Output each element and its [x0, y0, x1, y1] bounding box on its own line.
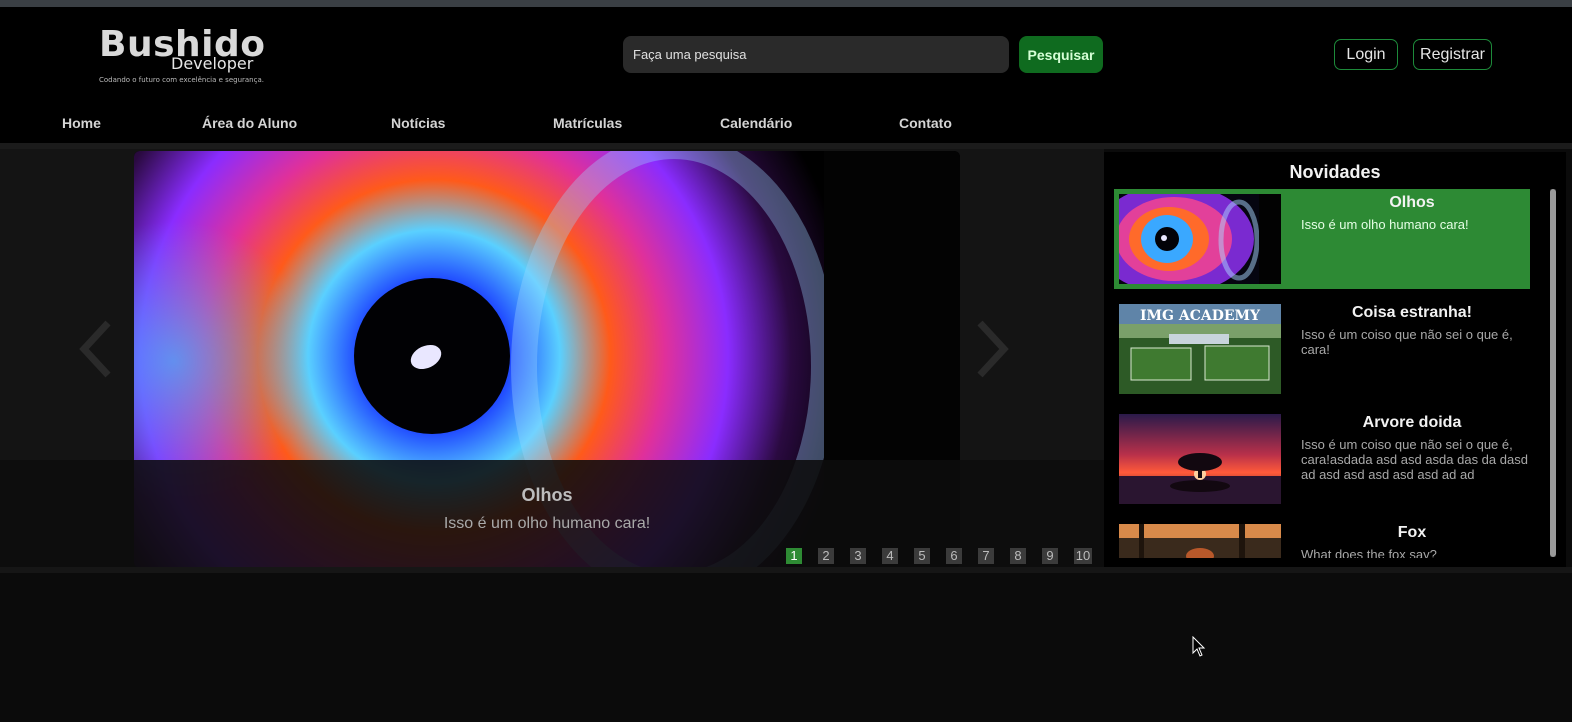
news-item-coisa-estranha[interactable]: IMG ACADEMY Coisa estranha! Isso é um co…: [1114, 299, 1530, 399]
page-button-3[interactable]: 3: [850, 548, 866, 564]
nav-item-home[interactable]: Home: [62, 115, 101, 131]
hero-carousel: Olhos Isso é um olho humano cara! 1 2 3 …: [0, 149, 1104, 568]
logo-tagline: Codando o futuro com excelência e segura…: [99, 76, 264, 84]
news-item-title: Coisa estranha!: [1351, 304, 1473, 321]
logo-subtitle: Developer: [171, 54, 254, 73]
search-input[interactable]: [623, 36, 1009, 73]
news-item-arvore-doida[interactable]: Arvore doida Isso é um coiso que não sei…: [1114, 409, 1530, 509]
news-item-description: What does the fox say?: [1301, 547, 1437, 558]
page-button-7[interactable]: 7: [978, 548, 994, 564]
page-button-5[interactable]: 5: [914, 548, 930, 564]
news-thumbnail: IMG ACADEMY: [1119, 304, 1281, 394]
news-thumbnail: [1119, 194, 1281, 284]
site-header: Bushido Developer Codando o futuro com e…: [0, 7, 1572, 143]
news-item-description: Isso é um coiso que não sei o que é, car…: [1301, 437, 1528, 482]
page-button-1[interactable]: 1: [786, 548, 802, 564]
news-item-title: Olhos: [1389, 194, 1435, 211]
nav-item-area-do-aluno[interactable]: Área do Aluno: [202, 115, 297, 131]
page-button-10[interactable]: 10: [1074, 548, 1092, 564]
carousel-prev-arrow-icon[interactable]: [78, 319, 114, 379]
login-button[interactable]: Login: [1334, 39, 1398, 70]
news-item-description: Isso é um coiso que não sei o que é, car…: [1301, 327, 1513, 357]
sidebar-scrollbar-thumb[interactable]: [1550, 189, 1556, 557]
nav-item-calendario[interactable]: Calendário: [720, 115, 792, 131]
news-thumbnail: [1119, 524, 1281, 558]
sidebar-title: Novidades: [1289, 162, 1381, 182]
news-item-title: Fox: [1397, 524, 1427, 541]
register-button[interactable]: Registrar: [1413, 39, 1492, 70]
page-button-9[interactable]: 9: [1042, 548, 1058, 564]
carousel-next-arrow-icon[interactable]: [974, 319, 1010, 379]
news-item-fox[interactable]: Fox What does the fox say?: [1114, 519, 1530, 558]
news-item-description: Isso é um olho humano cara!: [1301, 217, 1469, 232]
browser-top-strip: [0, 0, 1572, 7]
thumb-caption: IMG ACADEMY: [1140, 308, 1261, 324]
nav-item-noticias[interactable]: Notícias: [391, 115, 445, 131]
page-button-8[interactable]: 8: [1010, 548, 1026, 564]
carousel-caption-text: Isso é um olho humano cara!: [443, 515, 651, 532]
page-button-4[interactable]: 4: [882, 548, 898, 564]
site-logo[interactable]: Bushido Developer Codando o futuro com e…: [99, 24, 269, 88]
page-button-6[interactable]: 6: [946, 548, 962, 564]
news-sidebar: Novidades Olhos Isso é um olho humano ca…: [1104, 152, 1566, 568]
carousel-caption-band: [0, 460, 1104, 568]
mouse-cursor-icon: [1192, 636, 1206, 657]
search-button[interactable]: Pesquisar: [1019, 36, 1103, 73]
news-item-title: Arvore doida: [1362, 414, 1462, 431]
nav-item-matriculas[interactable]: Matrículas: [553, 115, 622, 131]
carousel-caption-title: Olhos: [521, 485, 573, 505]
nav-item-contato[interactable]: Contato: [899, 115, 952, 131]
news-list[interactable]: Olhos Isso é um olho humano cara! IMG AC…: [1114, 189, 1552, 558]
news-item-olhos[interactable]: Olhos Isso é um olho humano cara!: [1114, 189, 1530, 289]
page-button-2[interactable]: 2: [818, 548, 834, 564]
news-thumbnail: [1119, 414, 1281, 504]
content-bottom-divider: [0, 567, 1572, 573]
